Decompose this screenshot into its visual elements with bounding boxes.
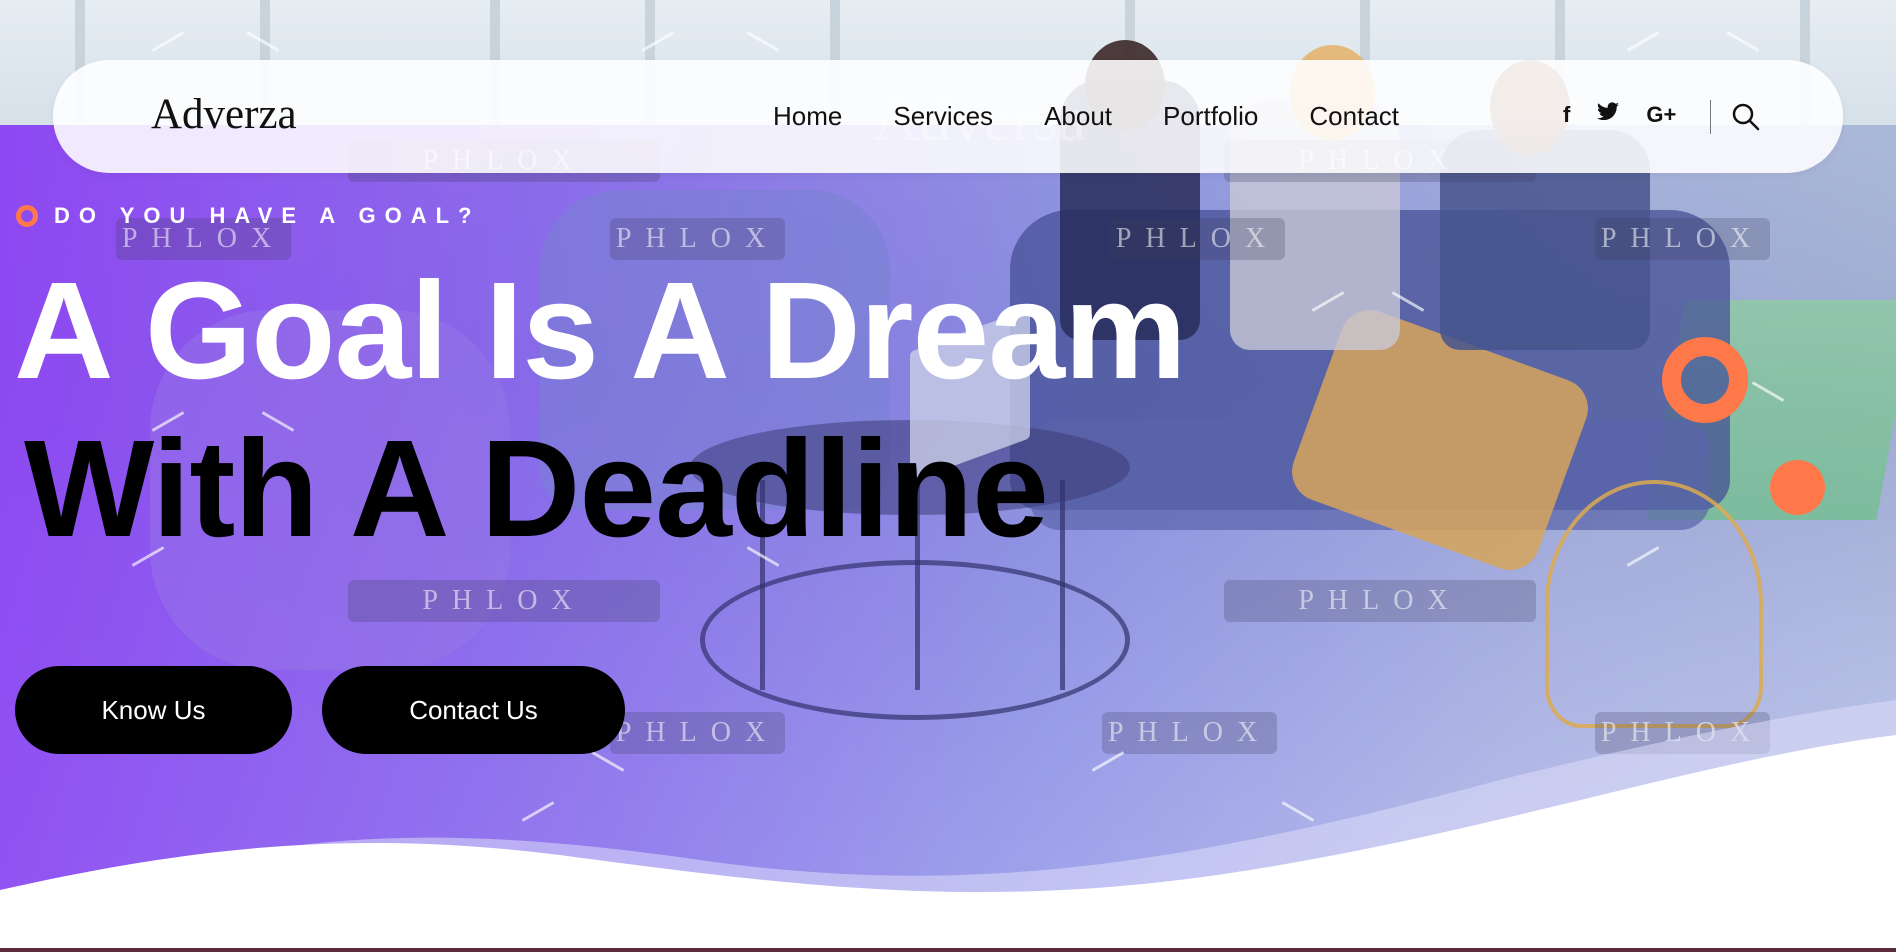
watermark: PHLOX [1595,712,1770,754]
background-table-leg [1060,480,1065,690]
background-stool [1545,480,1763,728]
bottom-edge [0,948,1896,952]
hero-title-line1: A Goal Is A Dream [14,254,1187,408]
eyebrow-ring-icon [16,205,38,227]
hero-eyebrow: DO YOU HAVE A GOAL? [16,203,480,229]
watermark: PHLOX [610,712,785,754]
watermark: PHLOX [1224,580,1536,622]
navbar: Adversa Adverza Home Services About Port… [53,60,1843,173]
nav-divider [1710,100,1711,134]
watermark: PHLOX [1102,712,1277,754]
decorative-dot [1770,460,1825,515]
eyebrow-text: DO YOU HAVE A GOAL? [54,203,481,228]
nav-item-about[interactable]: About [1044,101,1112,132]
nav-item-services[interactable]: Services [893,101,993,132]
social-links: f G+ [1563,102,1702,128]
site-logo[interactable]: Adverza [151,90,297,139]
twitter-icon[interactable] [1596,102,1620,128]
decorative-ring [1662,337,1748,423]
facebook-icon[interactable]: f [1563,102,1570,128]
main-menu: Home Services About Portfolio Contact [773,101,1450,132]
search-icon[interactable] [1731,102,1761,132]
hero-title-line2: With A Deadline [24,412,1049,566]
nav-item-contact[interactable]: Contact [1309,101,1399,132]
know-us-button[interactable]: Know Us [15,666,292,754]
nav-item-portfolio[interactable]: Portfolio [1163,101,1258,132]
watermark: PHLOX [348,580,660,622]
google-plus-icon[interactable]: G+ [1646,102,1676,128]
watermark: PHLOX [1595,218,1770,260]
contact-us-button[interactable]: Contact Us [322,666,625,754]
nav-item-home[interactable]: Home [773,101,842,132]
